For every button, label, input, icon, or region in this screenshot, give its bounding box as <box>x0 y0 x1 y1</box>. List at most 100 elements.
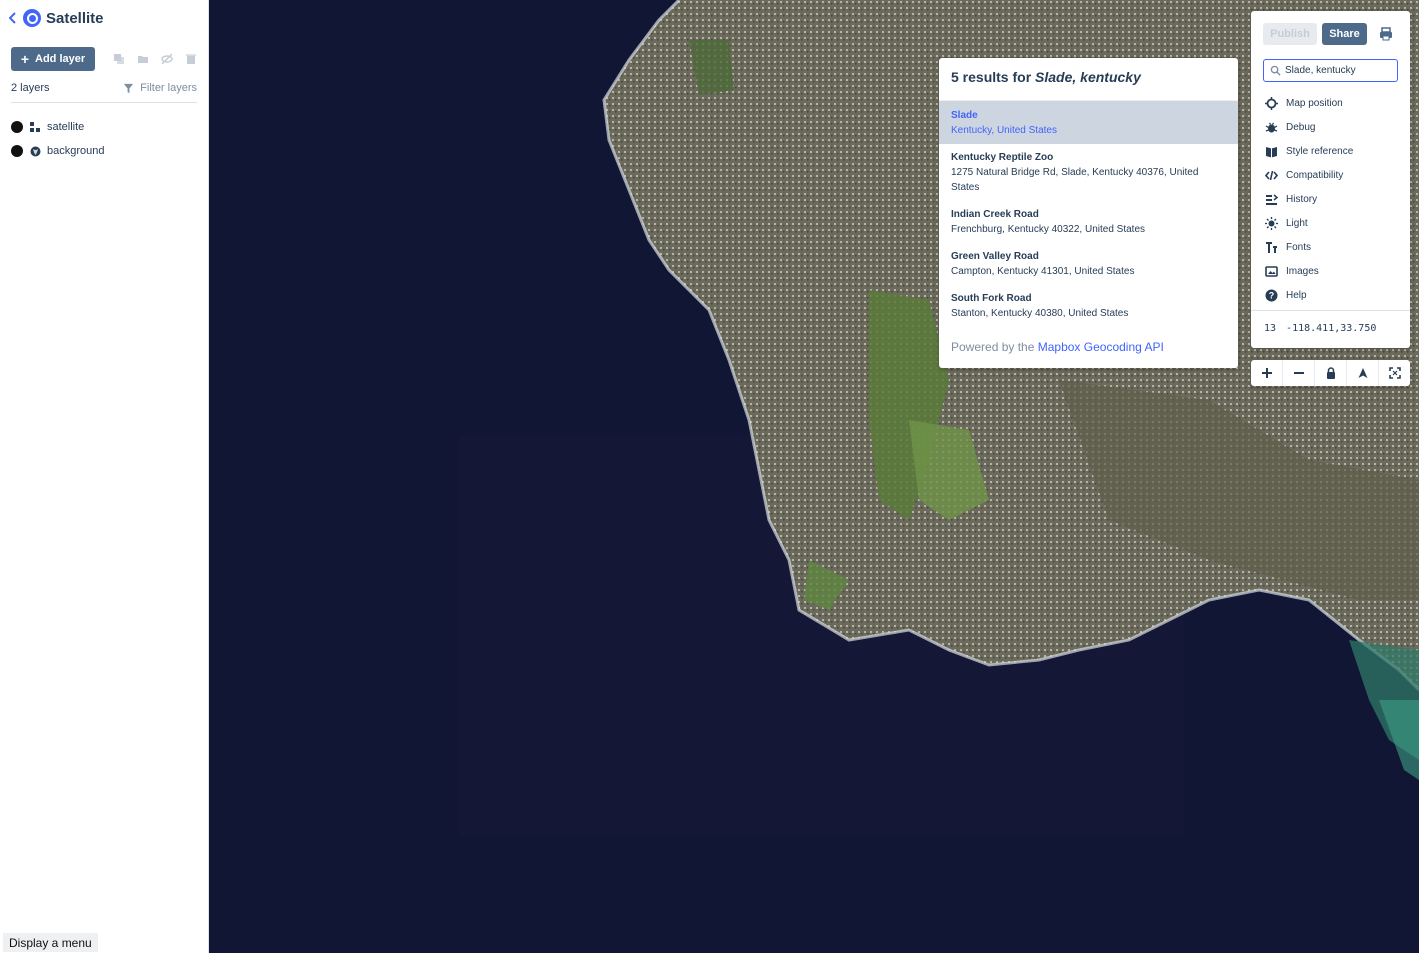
result-address: Kentucky, United States <box>951 125 1057 136</box>
layer-list: satellite background <box>11 115 105 163</box>
hide-icon[interactable] <box>161 53 173 65</box>
layer-count: 2 layers <box>11 82 50 94</box>
result-name: Indian Creek Road <box>951 209 1039 220</box>
print-icon[interactable] <box>1379 27 1393 41</box>
chevron-left-icon[interactable] <box>8 11 18 25</box>
menu-item-images[interactable]: Images <box>1265 259 1353 283</box>
compass-icon <box>1358 368 1367 378</box>
result-item[interactable]: South Fork Road Stanton, Kentucky 40380,… <box>939 285 1238 327</box>
trash-icon[interactable] <box>185 53 197 65</box>
menu-item-label: History <box>1286 193 1318 205</box>
menu-item-history[interactable]: History <box>1265 187 1353 211</box>
images-icon <box>1265 265 1278 277</box>
layers-sidebar: Satellite + Add layer 2 layers Filter la… <box>0 0 209 953</box>
menu-item-debug[interactable]: Debug <box>1265 115 1353 139</box>
panel-actions: Publish Share <box>1263 23 1367 45</box>
menu-item-label: Help <box>1286 289 1307 301</box>
results-query: Slade, kentucky <box>1035 69 1141 85</box>
help-icon: ? <box>1265 289 1278 301</box>
layer-color-swatch <box>11 145 23 157</box>
layer-color-swatch <box>11 121 23 133</box>
search-icon <box>1270 65 1281 76</box>
history-icon <box>1266 193 1278 205</box>
result-item[interactable]: Kentucky Reptile Zoo 1275 Natural Bridge… <box>939 144 1238 201</box>
share-button[interactable]: Share <box>1322 23 1367 45</box>
map-position-readout: 13 -118.411,33.750 <box>1264 323 1376 334</box>
options-menu: Map position Debug Style reference Compa… <box>1265 91 1353 307</box>
layers-summary: 2 layers Filter layers <box>11 82 197 103</box>
result-name: Green Valley Road <box>951 251 1039 262</box>
search-field[interactable] <box>1263 59 1398 82</box>
minus-icon <box>1293 372 1304 374</box>
menu-item-label: Style reference <box>1286 145 1354 157</box>
menu-item-light[interactable]: Light <box>1265 211 1353 235</box>
add-layer-button[interactable]: + Add layer <box>11 47 95 71</box>
results-heading: 5 results for Slade, kentucky <box>939 58 1238 101</box>
fullscreen-icon <box>1388 367 1401 379</box>
geocoder-results: 5 results for Slade, kentucky Slade Kent… <box>939 58 1238 368</box>
code-icon <box>1265 170 1278 180</box>
menu-item-map-position[interactable]: Map position <box>1265 91 1353 115</box>
fonts-icon <box>1266 241 1277 253</box>
menu-item-compatibility[interactable]: Compatibility <box>1265 163 1353 187</box>
filter-layers-label: Filter layers <box>140 82 197 94</box>
result-address: Campton, Kentucky 41301, United States <box>951 266 1135 277</box>
raster-layer-icon <box>29 121 41 133</box>
style-title: Satellite <box>46 9 104 27</box>
menu-item-help[interactable]: ? Help <box>1265 283 1353 307</box>
compass-button[interactable] <box>1347 360 1379 386</box>
zoom-in-button[interactable] <box>1251 360 1283 386</box>
menu-item-fonts[interactable]: Fonts <box>1265 235 1353 259</box>
crosshair-icon <box>1265 96 1278 110</box>
result-name: Kentucky Reptile Zoo <box>951 152 1054 163</box>
menu-item-label: Map position <box>1286 97 1343 109</box>
menu-item-label: Debug <box>1286 121 1316 133</box>
result-name: South Fork Road <box>951 293 1032 304</box>
display-menu-button[interactable]: Display a menu <box>3 933 98 952</box>
add-layer-label: Add layer <box>35 53 86 65</box>
menu-item-style-reference[interactable]: Style reference <box>1265 139 1353 163</box>
sidebar-header: Satellite <box>8 8 104 28</box>
filter-layers-button[interactable]: Filter layers <box>123 82 197 94</box>
publish-button[interactable]: Publish <box>1263 23 1317 45</box>
search-input[interactable] <box>1285 65 1393 76</box>
result-address: 1275 Natural Bridge Rd, Slade, Kentucky … <box>951 167 1199 193</box>
zoom-out-button[interactable] <box>1283 360 1315 386</box>
filter-icon <box>124 83 134 93</box>
result-address: Frenchburg, Kentucky 40322, United State… <box>951 224 1146 235</box>
panel-divider <box>1251 310 1410 311</box>
geocoding-api-link[interactable]: Mapbox Geocoding API <box>1038 340 1164 354</box>
menu-item-label: Compatibility <box>1286 169 1344 181</box>
result-address: Stanton, Kentucky 40380, United States <box>951 308 1129 319</box>
inspect-button[interactable] <box>1315 360 1347 386</box>
layer-item-background[interactable]: background <box>11 139 105 163</box>
layer-item-satellite[interactable]: satellite <box>11 115 105 139</box>
book-icon <box>1266 146 1277 157</box>
light-icon <box>1265 216 1278 230</box>
powered-by: Powered by the Mapbox Geocoding API <box>951 340 1164 354</box>
fullscreen-button[interactable] <box>1379 360 1410 386</box>
plus-icon <box>1261 368 1272 378</box>
lock-icon <box>1326 367 1335 379</box>
result-name: Slade <box>951 110 978 121</box>
menu-item-label: Fonts <box>1286 241 1312 253</box>
powered-prefix: Powered by the <box>951 340 1035 354</box>
bug-icon <box>1265 122 1278 132</box>
result-item[interactable]: Green Valley Road Campton, Kentucky 4130… <box>939 243 1238 285</box>
folder-icon[interactable] <box>137 53 149 65</box>
zoom-level: 13 <box>1264 323 1277 334</box>
layer-name: background <box>47 145 105 157</box>
svg-text:?: ? <box>1269 290 1275 300</box>
plus-icon: + <box>20 51 30 67</box>
map-options-panel: Publish Share Map position Debug Style r… <box>1251 11 1410 348</box>
result-item[interactable]: Slade Kentucky, United States <box>939 101 1238 144</box>
background-layer-icon <box>29 145 41 157</box>
layer-name: satellite <box>47 121 85 133</box>
results-heading-prefix: 5 results for <box>951 69 1032 85</box>
layer-toolbar: + Add layer <box>11 47 197 71</box>
layer-actions <box>113 53 197 65</box>
mapbox-logo-icon <box>23 9 41 27</box>
result-item[interactable]: Indian Creek Road Frenchburg, Kentucky 4… <box>939 201 1238 243</box>
duplicate-icon[interactable] <box>113 53 125 65</box>
menu-item-label: Images <box>1286 265 1319 277</box>
